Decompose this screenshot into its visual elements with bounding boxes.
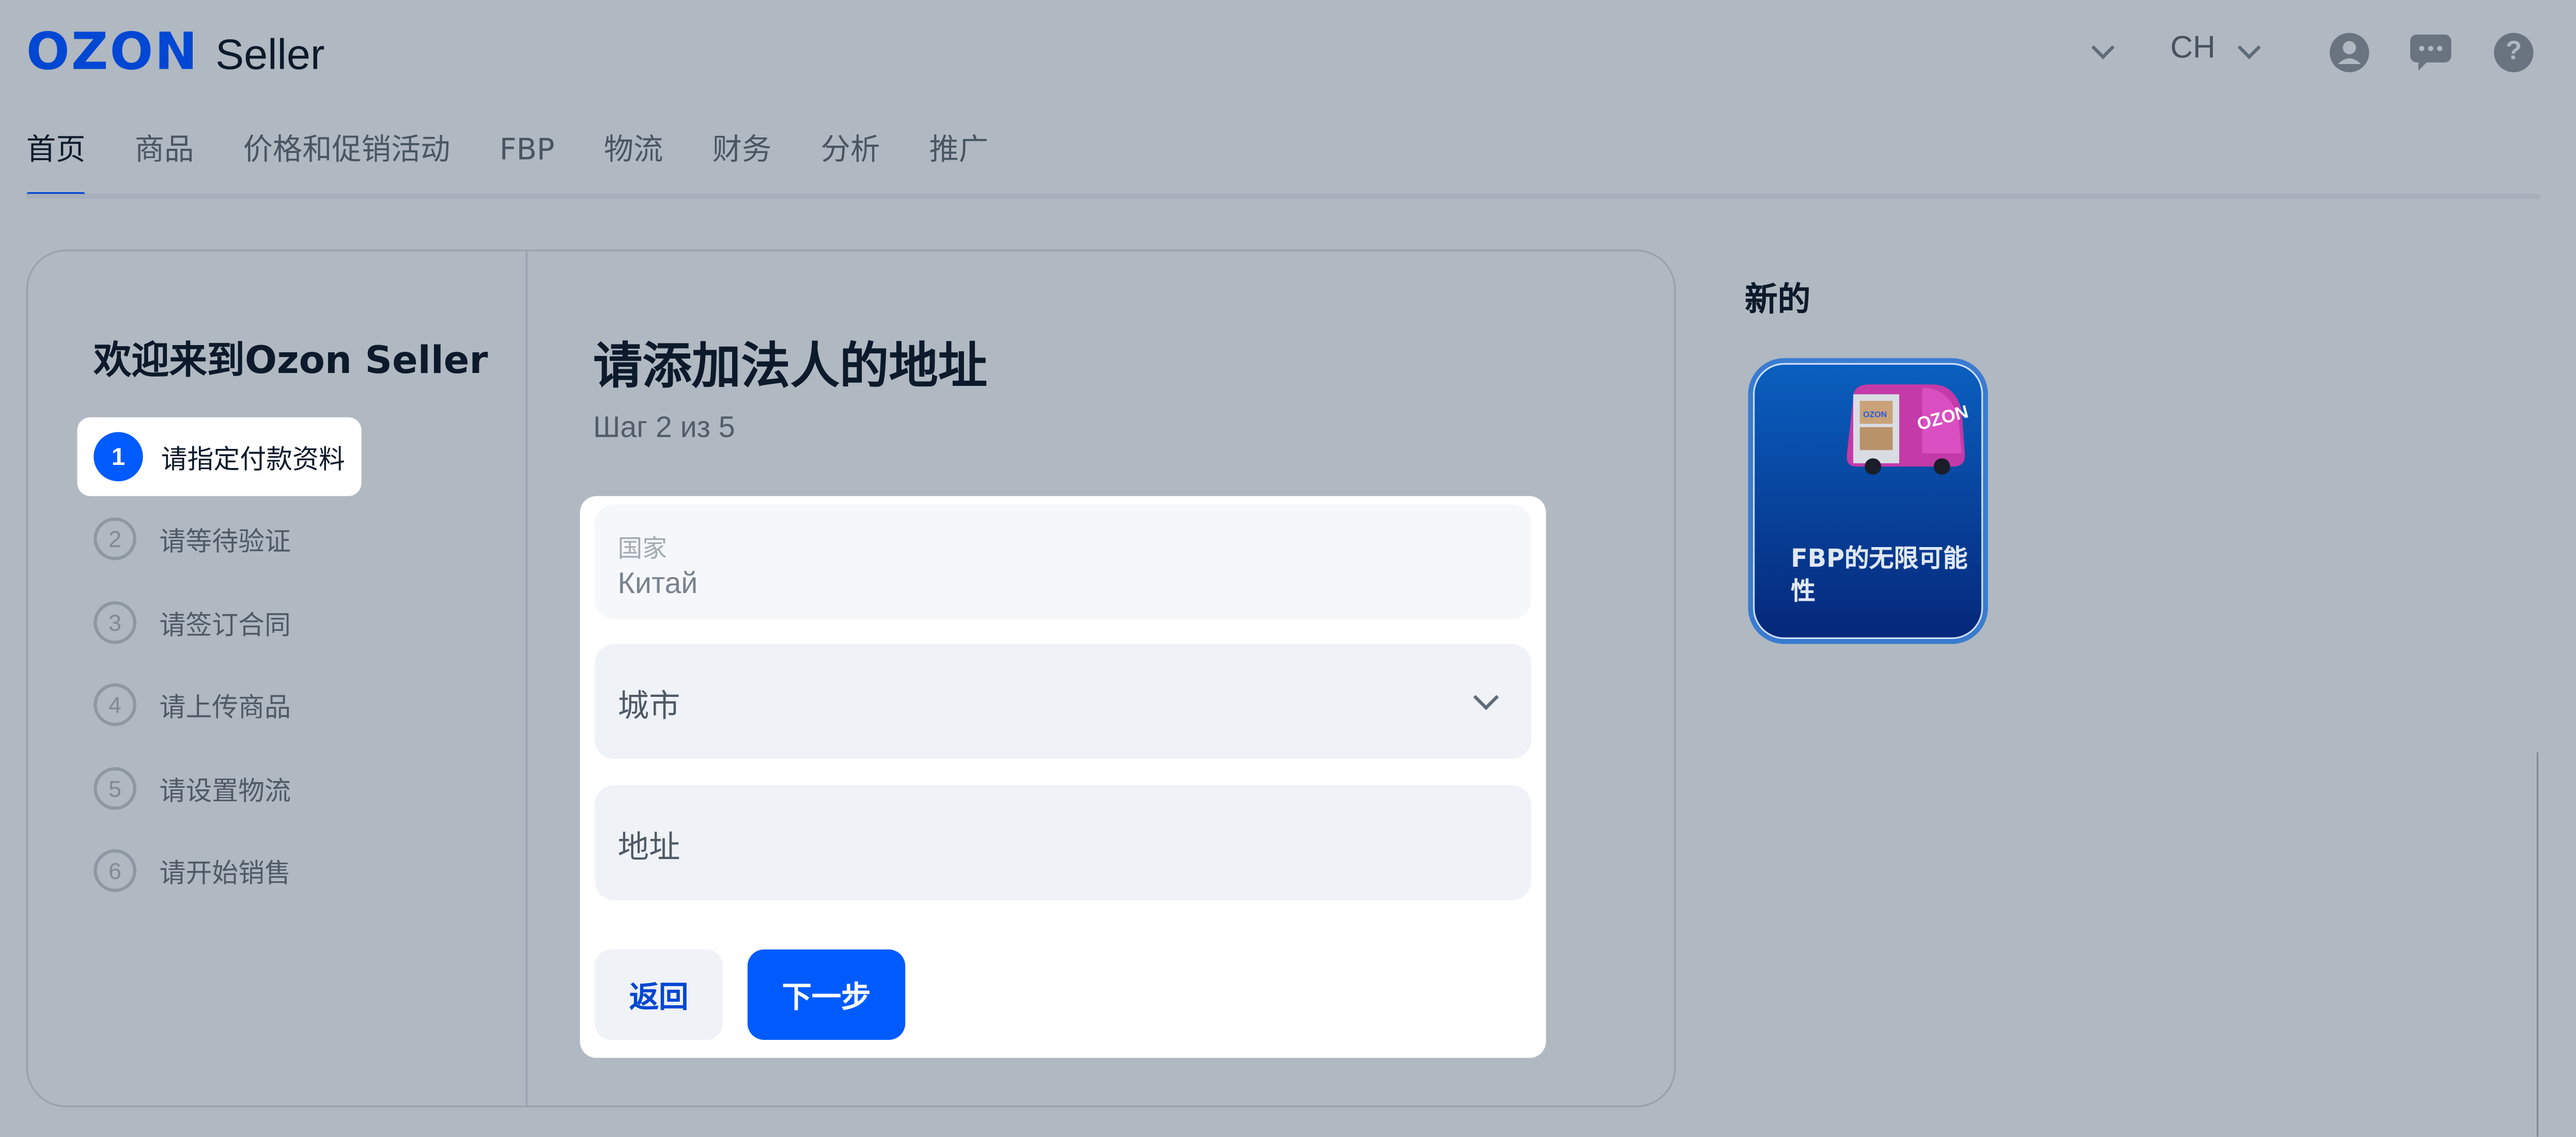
step-1[interactable]: 1 请指定付款资料	[77, 417, 362, 496]
country-value: Китай	[617, 567, 698, 600]
step-indicator: Шаг 2 из 5	[593, 411, 735, 444]
nav-finance[interactable]: 财务	[712, 131, 771, 197]
step-label: 请上传商品	[159, 691, 291, 723]
step-4[interactable]: 4 请上传商品	[94, 677, 291, 733]
promo-card-inner: OZON OZON FBP的无限可能性	[1753, 363, 1983, 640]
next-button[interactable]: 下一步	[747, 949, 906, 1040]
step-number: 5	[94, 767, 136, 810]
question-glyph: ?	[2505, 38, 2522, 66]
promo-text: FBP的无限可能性	[1791, 543, 1968, 606]
address-form-panel: 国家 Китай 城市 地址 返回 下一步	[580, 496, 1546, 1058]
chevron-down-icon[interactable]	[2091, 36, 2115, 59]
page-canvas: OZON Seller CH ? 首页 商品 价格和促销活动 FBP 物流 财务…	[0, 0, 2576, 1137]
step-number: 6	[94, 849, 136, 892]
step-label: 请开始销售	[159, 857, 291, 889]
language-selector[interactable]: CH	[2170, 31, 2215, 67]
profile-icon[interactable]	[2330, 33, 2369, 72]
promo-story-card[interactable]: OZON OZON FBP的无限可能性	[1748, 358, 1988, 644]
step-5[interactable]: 5 请设置物流	[94, 760, 291, 816]
nav-products[interactable]: 商品	[135, 131, 194, 197]
ozon-seller-logo[interactable]: OZON Seller	[26, 23, 325, 82]
main-nav: 首页 商品 价格和促销活动 FBP 物流 财务 分析 推广	[26, 131, 1037, 197]
nav-fbp[interactable]: FBP	[500, 131, 555, 197]
step-number: 4	[94, 683, 136, 726]
nav-analytics[interactable]: 分析	[821, 131, 880, 197]
nav-promotion[interactable]: 推广	[929, 131, 988, 197]
step-number: 2	[94, 517, 136, 560]
card-divider	[525, 250, 527, 1108]
form-title: 请添加法人的地址	[593, 338, 988, 396]
step-6[interactable]: 6 请开始销售	[94, 843, 291, 898]
scroll-edge-line	[2536, 752, 2539, 1137]
nav-logistics[interactable]: 物流	[604, 131, 663, 197]
step-label: 请签订合同	[159, 609, 291, 641]
step-label: 请等待验证	[159, 525, 291, 557]
address-placeholder: 地址	[617, 829, 680, 866]
step-number: 3	[94, 601, 136, 644]
country-label: 国家	[617, 534, 668, 564]
step-number: 1	[94, 432, 143, 481]
step-label: 请指定付款资料	[161, 443, 345, 475]
step-2[interactable]: 2 请等待验证	[94, 511, 291, 567]
profile-glyph	[2338, 41, 2361, 65]
welcome-title: 欢迎来到Ozon Seller	[94, 340, 488, 383]
logo-product: Seller	[215, 28, 325, 79]
step-3[interactable]: 3 请签订合同	[94, 595, 291, 650]
back-button[interactable]: 返回	[595, 949, 723, 1040]
help-icon[interactable]: ?	[2494, 33, 2534, 72]
chat-icon[interactable]	[2410, 34, 2451, 71]
address-input[interactable]: 地址	[595, 785, 1531, 900]
news-title: 新的	[1745, 279, 1811, 319]
chat-glyph	[2410, 34, 2451, 71]
step-label: 请设置物流	[159, 775, 291, 807]
language-chevron-down-icon[interactable]	[2237, 36, 2261, 59]
nav-home[interactable]: 首页	[26, 131, 86, 197]
city-select[interactable]: 城市	[595, 644, 1531, 759]
logo-brand: OZON	[26, 23, 199, 82]
nav-prices-promotions[interactable]: 价格和促销活动	[243, 131, 451, 197]
box-label: OZON	[1863, 411, 1887, 419]
nav-divider	[26, 194, 2540, 199]
city-placeholder: 城市	[617, 688, 680, 725]
chevron-down-icon	[1473, 684, 1499, 710]
country-field: 国家 Китай	[595, 504, 1531, 619]
